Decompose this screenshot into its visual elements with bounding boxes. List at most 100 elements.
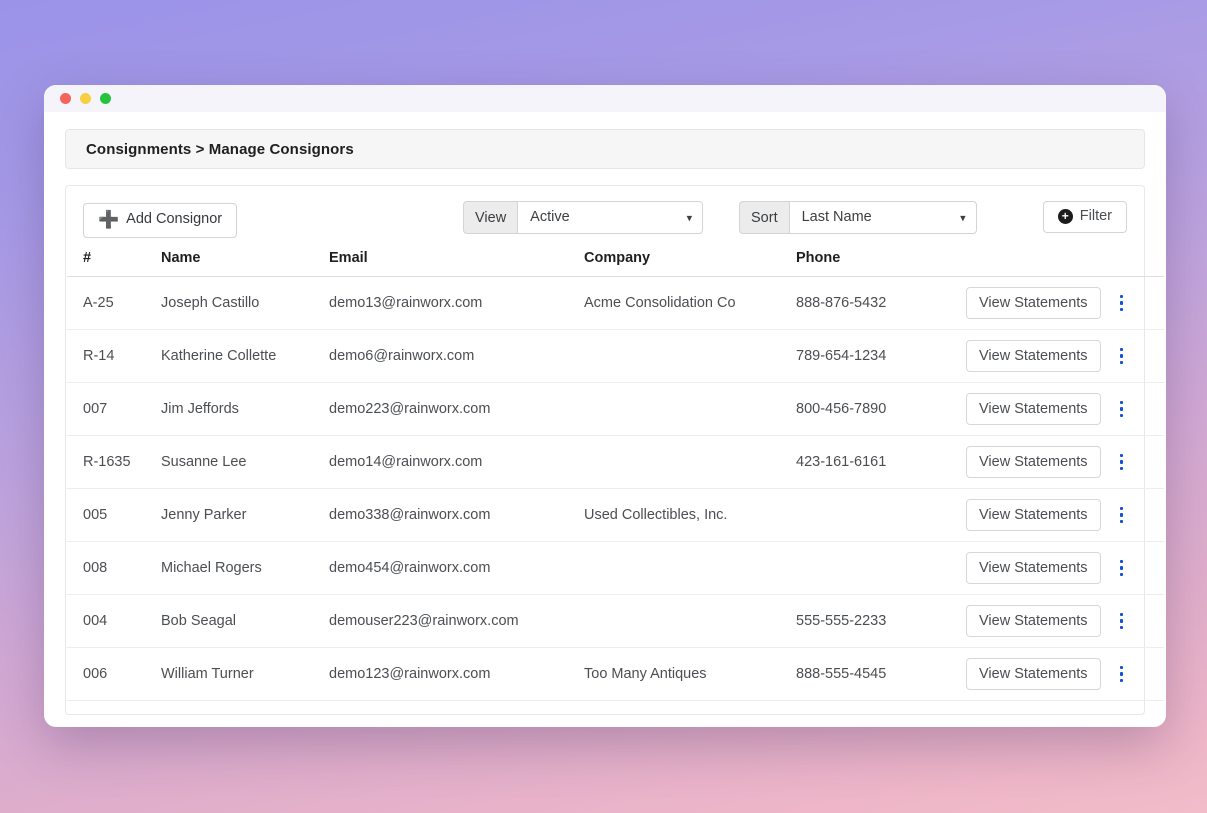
breadcrumb-text: Consignments > Manage Consignors [86,140,354,158]
cell-company [576,435,788,489]
plus-icon: ➕ [98,209,120,229]
table-row: 004 Bob Seagal demouser223@rainworx.com 555… [67,594,1164,648]
kebab-menu-icon[interactable] [1115,609,1129,634]
view-statements-button[interactable]: View Statements [966,552,1101,584]
column-header-actions [956,248,1164,277]
column-header-company[interactable]: Company [576,248,788,277]
cell-name: William Turner [153,647,321,701]
maximize-window-button[interactable] [100,93,111,104]
view-statements-button[interactable]: View Statements [966,393,1101,425]
cell-number: R-1635 [67,435,153,489]
close-window-button[interactable] [60,93,71,104]
cell-actions: View Statements [956,329,1164,383]
view-statements-button[interactable]: View Statements [966,446,1101,478]
cell-number: 008 [67,541,153,595]
cell-email: demo223@rainworx.com [321,382,576,436]
cell-actions: View Statements [956,382,1164,436]
table-row: 005 Jenny Parker demo338@rainworx.com Used … [67,488,1164,542]
cell-actions: View Statements [956,276,1164,330]
row-actions: View Statements [964,499,1156,531]
cell-name: Jim Jeffords [153,382,321,436]
cell-phone [788,541,956,595]
cell-company [576,329,788,383]
column-header-email[interactable]: Email [321,248,576,277]
kebab-menu-icon[interactable] [1115,291,1129,316]
cell-number: 005 [67,488,153,542]
column-header-number[interactable]: # [67,248,153,277]
cell-actions: View Statements [956,541,1164,595]
cell-company: Used Collectibles, Inc. [576,488,788,542]
view-filter-group: View Active ▾ [463,201,704,235]
column-header-phone[interactable]: Phone [788,248,956,277]
cell-company [576,541,788,595]
toolbar: ➕ Add Consignor View Active ▾ Sort Last … [66,186,1144,248]
cell-email: demo338@rainworx.com [321,488,576,542]
cell-company: Too Many Antiques [576,647,788,701]
row-actions: View Statements [964,658,1156,690]
page-content: Consignments > Manage Consignors ➕ Add C… [44,112,1166,727]
sort-select[interactable]: Last Name [788,201,977,235]
browser-window: Consignments > Manage Consignors ➕ Add C… [44,85,1166,727]
cell-phone: 800-456-7890 [788,382,956,436]
view-statements-button[interactable]: View Statements [966,340,1101,372]
cell-number: 004 [67,594,153,648]
cell-email: demouser223@rainworx.com [321,594,576,648]
row-actions: View Statements [964,287,1156,319]
cell-number: R-14 [67,329,153,383]
minimize-window-button[interactable] [80,93,91,104]
plus-circle-icon: + [1057,209,1073,225]
cell-phone: 789-654-1234 [788,329,956,383]
table-row: 007 Jim Jeffords demo223@rainworx.com 800-4… [67,382,1164,436]
view-select[interactable]: Active [517,201,704,235]
cell-actions: View Statements [956,488,1164,542]
kebab-menu-icon[interactable] [1115,397,1129,422]
kebab-menu-icon[interactable] [1115,556,1129,581]
sort-select-wrapper: Last Name ▾ [788,201,977,235]
cell-company [576,594,788,648]
cell-phone [788,488,956,542]
add-consignor-button[interactable]: ➕ Add Consignor [83,202,238,238]
filter-button[interactable]: + Filter [1042,201,1127,233]
cell-actions: View Statements [956,594,1164,648]
view-statements-button[interactable]: View Statements [966,605,1101,637]
kebab-menu-icon[interactable] [1115,503,1129,528]
table-row: A-25 Joseph Castillo demo13@rainworx.com Ac… [67,276,1164,330]
kebab-menu-icon[interactable] [1115,344,1129,369]
sort-addon-label: Sort [739,201,789,235]
table-row: R-1635 Susanne Lee demo14@rainworx.com 423-… [67,435,1164,489]
consignors-table: # Name Email Company Phone A-25 Joseph Ca… [67,248,1164,701]
cell-actions: View Statements [956,435,1164,489]
consignors-card: ➕ Add Consignor View Active ▾ Sort Last … [65,185,1164,715]
view-statements-button[interactable]: View Statements [966,499,1101,531]
cell-name: Bob Seagal [153,594,321,648]
cell-email: demo14@rainworx.com [321,435,576,489]
cell-email: demo13@rainworx.com [321,276,576,330]
filter-label: Filter [1079,208,1112,224]
table-row: R-14 Katherine Collette demo6@rainworx.com… [67,329,1164,383]
cell-phone: 423-161-6161 [788,435,956,489]
cell-number: 007 [67,382,153,436]
column-header-name[interactable]: Name [153,248,321,277]
cell-name: Michael Rogers [153,541,321,595]
cell-number: 006 [67,647,153,701]
table-body: A-25 Joseph Castillo demo13@rainworx.com Ac… [67,276,1164,701]
row-actions: View Statements [964,605,1156,637]
table-header-row: # Name Email Company Phone [67,248,1164,277]
cell-name: Jenny Parker [153,488,321,542]
kebab-menu-icon[interactable] [1115,662,1129,687]
cell-company: Acme Consolidation Co [576,276,788,330]
view-statements-button[interactable]: View Statements [966,287,1101,319]
table-header: # Name Email Company Phone [67,248,1164,277]
row-actions: View Statements [964,552,1156,584]
cell-email: demo6@rainworx.com [321,329,576,383]
cell-name: Katherine Collette [153,329,321,383]
row-actions: View Statements [964,340,1156,372]
add-consignor-label: Add Consignor [126,211,223,228]
window-titlebar [44,85,1166,112]
kebab-menu-icon[interactable] [1115,450,1129,475]
view-statements-button[interactable]: View Statements [966,658,1101,690]
view-select-wrapper: Active ▾ [517,201,704,235]
cell-phone: 555-555-2233 [788,594,956,648]
table-row: 006 William Turner demo123@rainworx.com Too… [67,647,1164,701]
cell-name: Susanne Lee [153,435,321,489]
